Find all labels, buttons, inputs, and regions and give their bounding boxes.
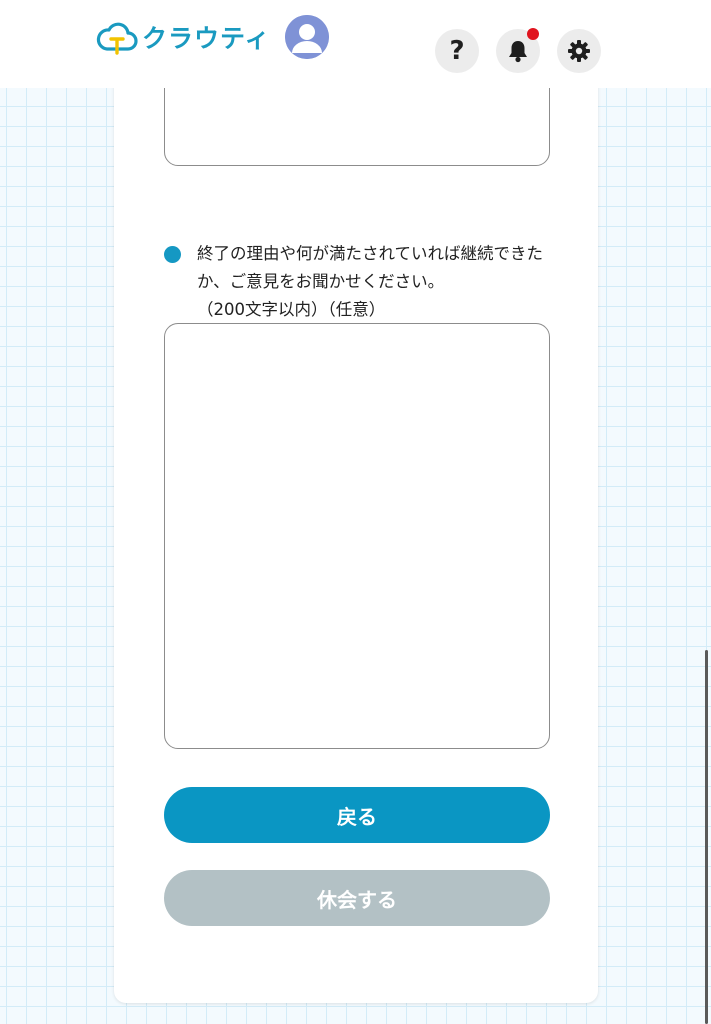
back-button[interactable]: 戻る — [164, 787, 550, 843]
question-note: （200文字以内）（任意） — [197, 300, 386, 319]
logo[interactable]: クラウティ — [96, 18, 271, 58]
help-icon: ? — [449, 36, 465, 66]
logo-text: クラウティ — [142, 23, 271, 53]
bell-icon — [509, 41, 527, 63]
avatar[interactable] — [285, 15, 329, 59]
feedback-field[interactable] — [164, 323, 550, 749]
pause-membership-button[interactable]: 休会する — [164, 870, 550, 926]
question-label: 終了の理由や何が満たされていれば継続できたか、ご意見をお聞かせください。 — [197, 244, 544, 291]
cloud-logo-icon — [96, 22, 138, 55]
settings-button[interactable] — [557, 29, 601, 73]
gear-icon — [568, 40, 590, 62]
scrollbar[interactable] — [705, 650, 708, 1024]
question-bullet — [164, 246, 181, 263]
app-header: クラウティ ? — [0, 0, 711, 88]
user-avatar-icon — [285, 15, 329, 59]
help-button[interactable]: ? — [435, 29, 479, 73]
notification-badge — [527, 28, 539, 40]
notification-button[interactable] — [496, 28, 540, 73]
